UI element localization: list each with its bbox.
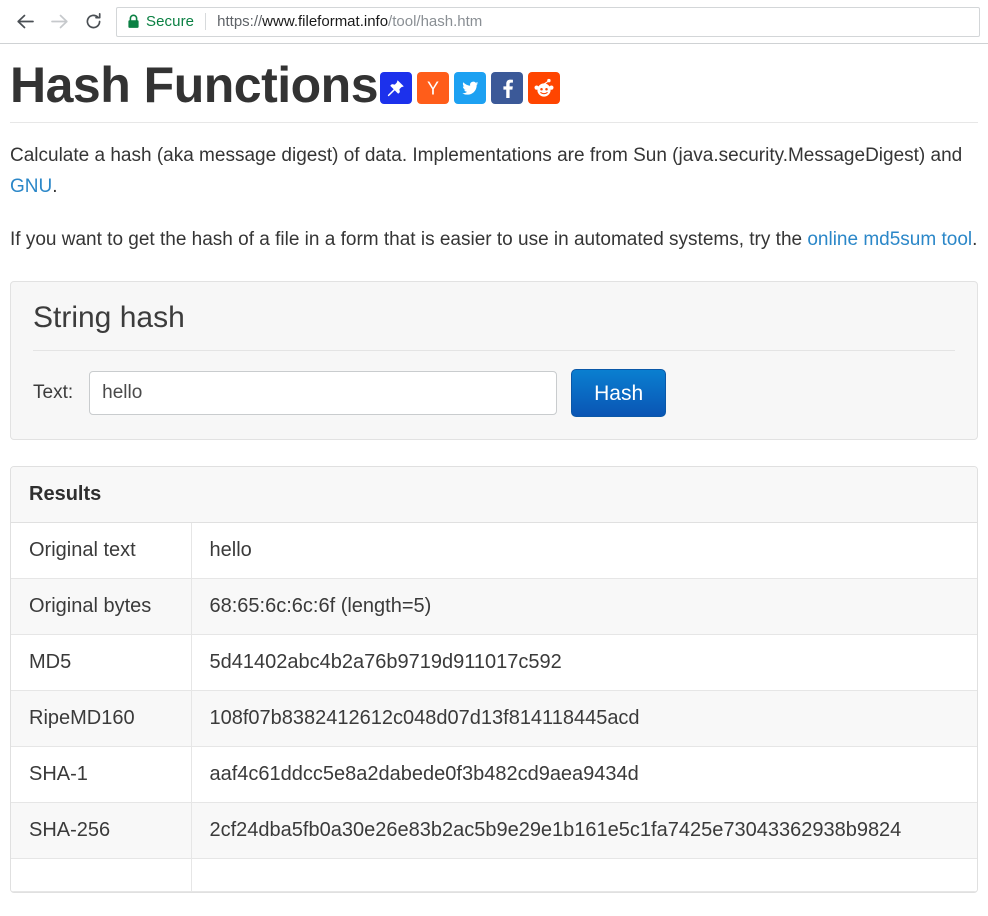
url-host: www.fileformat.info bbox=[262, 13, 388, 30]
secure-label: Secure bbox=[146, 13, 194, 30]
results-table: Original text hello Original bytes 68:65… bbox=[11, 523, 977, 892]
table-row: SHA-1 aaf4c61ddcc5e8a2dabede0f3b482cd9ae… bbox=[11, 747, 977, 803]
reddit-alien-icon bbox=[533, 77, 555, 99]
url-scheme: https:// bbox=[217, 13, 262, 30]
forward-button[interactable] bbox=[42, 5, 76, 39]
table-row bbox=[11, 859, 977, 892]
share-twitter-button[interactable] bbox=[454, 72, 486, 104]
share-pinboard-button[interactable] bbox=[380, 72, 412, 104]
hash-button[interactable]: Hash bbox=[571, 369, 666, 417]
url-text: https://www.fileformat.info/tool/hash.ht… bbox=[217, 13, 482, 30]
row-label: RipeMD160 bbox=[11, 691, 191, 747]
page-content: Hash Functions Y bbox=[0, 44, 988, 916]
reload-button[interactable] bbox=[76, 5, 110, 39]
row-label: MD5 bbox=[11, 635, 191, 691]
table-row: RipeMD160 108f07b8382412612c048d07d13f81… bbox=[11, 691, 977, 747]
gnu-link[interactable]: GNU bbox=[10, 176, 52, 197]
facebook-f-icon bbox=[496, 77, 518, 99]
page-header: Hash Functions Y bbox=[10, 44, 978, 123]
browser-toolbar: Secure https://www.fileformat.info/tool/… bbox=[0, 0, 988, 44]
lock-icon bbox=[127, 14, 140, 29]
share-reddit-button[interactable] bbox=[528, 72, 560, 104]
string-hash-form: Text: Hash bbox=[33, 369, 955, 417]
intro-p2-text-before: If you want to get the hash of a file in… bbox=[10, 229, 807, 250]
url-path: /tool/hash.htm bbox=[388, 13, 482, 30]
twitter-bird-icon bbox=[459, 77, 481, 99]
row-value: hello bbox=[191, 523, 977, 579]
intro-p1-text-after: . bbox=[52, 176, 57, 197]
table-row: MD5 5d41402abc4b2a76b9719d911017c592 bbox=[11, 635, 977, 691]
row-value: 68:65:6c:6c:6f (length=5) bbox=[191, 579, 977, 635]
row-value: 5d41402abc4b2a76b9719d911017c592 bbox=[191, 635, 977, 691]
page-title: Hash Functions bbox=[10, 58, 378, 112]
results-panel: Results Original text hello Original byt… bbox=[10, 466, 978, 893]
results-table-body: Original text hello Original bytes 68:65… bbox=[11, 523, 977, 892]
intro-p2-text-after: . bbox=[972, 229, 977, 250]
row-label: Original bytes bbox=[11, 579, 191, 635]
table-row: SHA-256 2cf24dba5fb0a30e26e83b2ac5b9e29e… bbox=[11, 803, 977, 859]
pushpin-icon bbox=[385, 77, 407, 99]
text-input-label: Text: bbox=[33, 382, 73, 404]
md5sum-tool-link[interactable]: online md5sum tool bbox=[807, 229, 972, 250]
row-label: SHA-1 bbox=[11, 747, 191, 803]
row-value: aaf4c61ddcc5e8a2dabede0f3b482cd9aea9434d bbox=[191, 747, 977, 803]
table-row: Original bytes 68:65:6c:6c:6f (length=5) bbox=[11, 579, 977, 635]
intro-p1-text-before: Calculate a hash (aka message digest) of… bbox=[10, 145, 962, 166]
table-row: Original text hello bbox=[11, 523, 977, 579]
row-value: 2cf24dba5fb0a30e26e83b2ac5b9e29e1b161e5c… bbox=[191, 803, 977, 859]
text-input[interactable] bbox=[89, 371, 557, 415]
svg-text:Y: Y bbox=[427, 79, 439, 99]
hackernews-y-icon: Y bbox=[422, 77, 444, 99]
intro-paragraph-1: Calculate a hash (aka message digest) of… bbox=[10, 141, 978, 203]
row-value: 108f07b8382412612c048d07d13f814118445acd bbox=[191, 691, 977, 747]
arrow-left-icon bbox=[15, 11, 36, 32]
omnibox-divider bbox=[205, 13, 206, 30]
back-button[interactable] bbox=[8, 5, 42, 39]
string-hash-panel: String hash Text: Hash bbox=[10, 281, 978, 440]
results-heading: Results bbox=[11, 467, 977, 523]
arrow-right-icon bbox=[49, 11, 70, 32]
address-bar[interactable]: Secure https://www.fileformat.info/tool/… bbox=[116, 7, 980, 37]
string-hash-heading: String hash bbox=[33, 300, 955, 351]
reload-icon bbox=[83, 11, 104, 32]
row-label bbox=[11, 859, 191, 892]
share-facebook-button[interactable] bbox=[491, 72, 523, 104]
row-label: Original text bbox=[11, 523, 191, 579]
share-hackernews-button[interactable]: Y bbox=[417, 72, 449, 104]
social-share-bar: Y bbox=[380, 72, 560, 104]
row-value bbox=[191, 859, 977, 892]
intro-paragraph-2: If you want to get the hash of a file in… bbox=[10, 225, 978, 256]
row-label: SHA-256 bbox=[11, 803, 191, 859]
